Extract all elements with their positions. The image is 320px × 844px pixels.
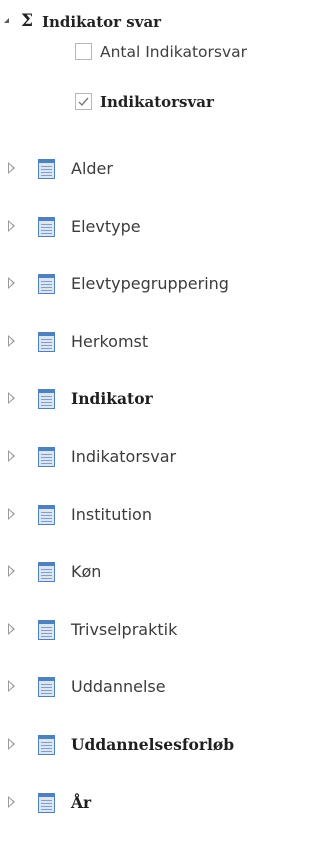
field-item-indikatorsvar[interactable]: Indikatorsvar xyxy=(75,90,311,116)
expand-triangle-icon[interactable] xyxy=(8,449,15,462)
table-icon xyxy=(38,562,55,583)
expand-triangle-icon[interactable] xyxy=(8,392,15,405)
expand-triangle-icon[interactable] xyxy=(8,622,15,635)
field-label: Antal Indikatorsvar xyxy=(100,43,248,61)
expand-triangle-icon[interactable] xyxy=(8,795,15,808)
table-icon xyxy=(38,619,55,640)
table-label: År xyxy=(71,792,92,812)
table-icon xyxy=(38,389,55,410)
table-icon xyxy=(38,504,55,525)
table-icon xyxy=(38,331,55,352)
checkbox[interactable] xyxy=(75,43,92,60)
expand-triangle-icon[interactable] xyxy=(8,680,15,693)
checkbox-checked[interactable] xyxy=(75,93,92,110)
table-label: Alder xyxy=(71,159,113,178)
table-item-elevtype[interactable]: Elevtype xyxy=(0,211,311,269)
table-item-uddannelsesforlob[interactable]: Uddannelsesforløb xyxy=(0,729,311,787)
table-item-kon[interactable]: Køn xyxy=(0,556,311,614)
expand-triangle-icon[interactable] xyxy=(8,162,15,174)
table-item-trivselpraktik[interactable]: Trivselpraktik xyxy=(0,614,311,672)
table-icon xyxy=(38,159,55,179)
table-icon xyxy=(38,734,55,755)
field-label: Indikatorsvar xyxy=(100,93,214,111)
table-label: Køn xyxy=(71,562,102,582)
table-icon xyxy=(38,274,55,295)
table-icon xyxy=(38,446,55,467)
table-list: Alder Elevtype Elevtypegruppering Herkom… xyxy=(0,153,311,844)
expand-triangle-icon[interactable] xyxy=(8,507,15,520)
table-icon xyxy=(38,792,55,813)
table-item-institution[interactable]: Institution xyxy=(0,499,311,557)
collapse-triangle-icon[interactable] xyxy=(4,18,9,23)
table-item-alder[interactable]: Alder xyxy=(0,153,311,211)
measure-group-title: Indikator svar xyxy=(42,13,162,31)
table-label: Uddannelsesforløb xyxy=(71,734,235,754)
expand-triangle-icon[interactable] xyxy=(8,277,15,290)
table-label: Elevtypegruppering xyxy=(71,274,229,294)
check-mark-icon xyxy=(78,97,89,107)
measure-group-header[interactable]: Σ Indikator svar xyxy=(0,8,311,36)
table-item-indikatorsvar[interactable]: Indikatorsvar xyxy=(0,441,311,499)
table-label: Trivselpraktik xyxy=(71,619,178,639)
table-item-herkomst[interactable]: Herkomst xyxy=(0,326,311,384)
expand-triangle-icon[interactable] xyxy=(8,334,15,347)
field-item-antal-indikatorsvar[interactable]: Antal Indikatorsvar xyxy=(75,40,311,66)
table-label: Indikatorsvar xyxy=(71,446,177,466)
table-icon xyxy=(38,677,55,698)
expand-triangle-icon[interactable] xyxy=(8,565,15,578)
table-item-ar[interactable]: År xyxy=(0,787,311,844)
table-label: Indikator xyxy=(71,389,153,409)
table-item-indikator[interactable]: Indikator xyxy=(0,383,311,441)
sigma-icon: Σ xyxy=(21,11,34,31)
table-label: Herkomst xyxy=(71,331,149,351)
table-label: Elevtype xyxy=(71,216,141,236)
table-label: Institution xyxy=(71,504,152,524)
table-item-uddannelse[interactable]: Uddannelse xyxy=(0,671,311,729)
expand-triangle-icon[interactable] xyxy=(8,737,15,750)
expand-triangle-icon[interactable] xyxy=(8,219,15,232)
table-icon xyxy=(38,216,55,237)
table-item-elevtypegruppering[interactable]: Elevtypegruppering xyxy=(0,268,311,326)
table-label: Uddannelse xyxy=(71,677,166,697)
